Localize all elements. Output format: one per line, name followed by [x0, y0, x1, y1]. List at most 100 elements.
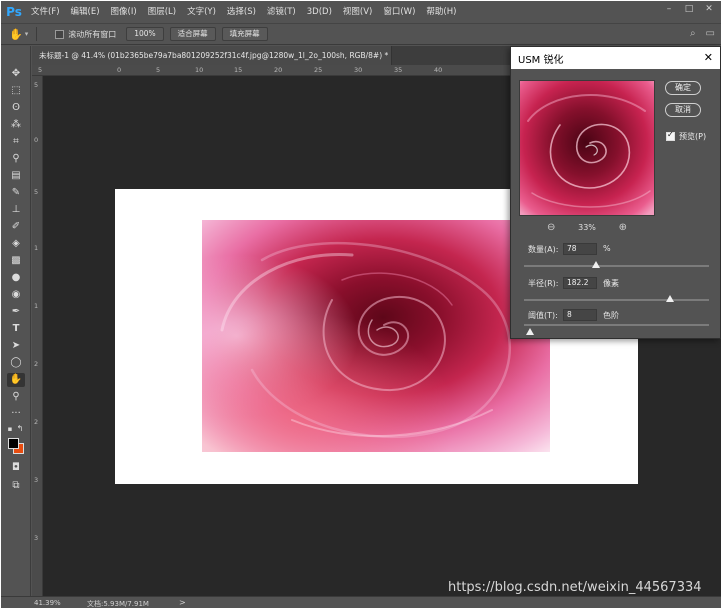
menu-3d[interactable]: 3D(D) — [303, 1, 336, 23]
hand-tool-icon[interactable]: ✋ — [7, 373, 25, 387]
healing-brush-tool-icon[interactable]: ▤ — [7, 169, 25, 183]
scroll-all-windows-checkbox[interactable]: 滚动所有窗口 — [55, 29, 116, 40]
menu-layer[interactable]: 图层(L) — [144, 1, 180, 23]
radius-label: 半径(R): — [528, 279, 559, 288]
clone-stamp-tool-icon[interactable]: ⊥ — [7, 203, 25, 217]
close-icon[interactable]: ✕ — [704, 51, 713, 64]
zoom-out-icon[interactable]: ⊖ — [547, 222, 555, 233]
cancel-button[interactable]: 取消 — [665, 103, 701, 117]
eraser-tool-icon[interactable]: ◈ — [7, 237, 25, 251]
pink-swirl-image[interactable] — [202, 220, 550, 452]
preview-label: 预览(P) — [679, 132, 707, 141]
crop-tool-icon[interactable]: ⌗ — [7, 135, 25, 149]
preview-zoom-level: 33% — [578, 223, 596, 232]
radius-slider-thumb[interactable] — [666, 295, 675, 302]
maximize-button[interactable]: □ — [681, 3, 697, 15]
zoom-tool-icon[interactable]: ⚲ — [7, 390, 25, 404]
menu-image[interactable]: 图像(I) — [107, 1, 141, 23]
menu-edit[interactable]: 编辑(E) — [67, 1, 104, 23]
menu-type[interactable]: 文字(Y) — [183, 1, 220, 23]
document-tab[interactable]: 未标题-1 @ 41.4% (01b2365be79a7ba801209252f… — [32, 46, 402, 65]
radius-unit: 像素 — [603, 279, 619, 288]
window-controls: – □ ✕ — [661, 3, 717, 15]
watermark-url: https://blog.csdn.net/weixin_44567334 — [448, 580, 702, 595]
preview-artwork — [520, 81, 654, 215]
menu-help[interactable]: 帮助(H) — [422, 1, 460, 23]
dodge-tool-icon[interactable]: ◉ — [7, 288, 25, 302]
menu-filter[interactable]: 滤镜(T) — [263, 1, 300, 23]
blur-tool-icon[interactable]: ● — [7, 271, 25, 285]
status-doc-size: 文档:5.93M/7.91M — [87, 600, 149, 608]
swap-colors-icon[interactable]: ↰ — [15, 422, 25, 436]
more-tools-icon[interactable]: ··· — [7, 407, 25, 421]
ruler-label: 0 — [117, 66, 122, 74]
menu-view[interactable]: 视图(V) — [339, 1, 376, 23]
threshold-label: 阈值(T): — [528, 311, 558, 320]
preview-zoom-controls: ⊖ 33% ⊕ — [547, 222, 627, 233]
chevron-down-icon[interactable]: ▾ — [25, 30, 29, 38]
brush-tool-icon[interactable]: ✎ — [7, 186, 25, 200]
threshold-unit: 色阶 — [603, 311, 619, 320]
type-tool-icon[interactable]: T — [7, 322, 25, 336]
history-brush-tool-icon[interactable]: ✐ — [7, 220, 25, 234]
close-window-button[interactable]: ✕ — [701, 3, 717, 15]
amount-input[interactable]: 78 — [563, 243, 597, 255]
amount-slider-thumb[interactable] — [592, 261, 601, 268]
radius-slider-track[interactable] — [524, 299, 709, 301]
ruler-label: 35 — [394, 66, 403, 74]
threshold-slider-thumb[interactable] — [525, 328, 534, 335]
lasso-tool-icon[interactable]: ʘ — [7, 101, 25, 115]
ruler-label: 5 — [156, 66, 161, 74]
status-menu-arrow[interactable]: > — [179, 598, 186, 607]
eyedropper-tool-icon[interactable]: ⚲ — [7, 152, 25, 166]
ruler-label: 5 — [34, 188, 39, 196]
ok-button[interactable]: 确定 — [665, 81, 701, 95]
checkbox-box[interactable] — [666, 130, 675, 141]
unsharp-mask-dialog: USM 锐化 ✕ 确定 取消 ✓ 预览(P) ⊖ 33% ⊕ 数量(A): 78… — [510, 46, 721, 339]
ruler-label: 1 — [34, 302, 39, 310]
menu-select[interactable]: 选择(S) — [223, 1, 260, 23]
screen-mode-icon[interactable]: ⧉ — [7, 479, 25, 493]
gradient-tool-icon[interactable]: ▩ — [7, 254, 25, 268]
workspace-icon[interactable]: ▭ — [706, 28, 715, 39]
menu-window[interactable]: 窗口(W) — [379, 1, 419, 23]
magic-wand-tool-icon[interactable]: ⁂ — [7, 118, 25, 132]
checkbox-box[interactable] — [55, 29, 65, 39]
preview-checkbox[interactable]: 预览(P) — [666, 130, 707, 142]
pen-tool-icon[interactable]: ✒ — [7, 305, 25, 319]
options-separator — [36, 27, 38, 41]
ruler-label: 15 — [234, 66, 243, 74]
ellipse-tool-icon[interactable]: ◯ — [7, 356, 25, 370]
threshold-slider-track[interactable] — [524, 324, 709, 326]
minimize-button[interactable]: – — [661, 3, 677, 15]
threshold-input[interactable]: 8 — [563, 309, 597, 321]
tools-panel: ✥ ⬚ ʘ ⁂ ⌗ ⚲ ▤ ✎ ⊥ ✐ ◈ ▩ ● ◉ ✒ T ➤ ◯ ✋ ⚲ … — [1, 46, 31, 596]
hand-tool-preset-icon[interactable]: ✋ — [9, 28, 23, 41]
ruler-label: 2 — [34, 418, 39, 426]
filter-preview-thumbnail[interactable] — [519, 80, 655, 216]
photoshop-window: Ps 文件(F) 编辑(E) 图像(I) 图层(L) 文字(Y) 选择(S) 滤… — [1, 1, 721, 608]
dialog-titlebar[interactable]: USM 锐化 ✕ — [511, 47, 720, 69]
move-tool-icon[interactable]: ✥ — [7, 67, 25, 81]
ruler-label: 2 — [34, 360, 39, 368]
menu-file[interactable]: 文件(F) — [27, 1, 64, 23]
radius-input[interactable]: 182.2 — [563, 277, 597, 289]
marquee-tool-icon[interactable]: ⬚ — [7, 84, 25, 98]
path-selection-tool-icon[interactable]: ➤ — [7, 339, 25, 353]
search-icon[interactable]: ⌕ — [690, 28, 696, 39]
quick-mask-icon[interactable]: ◘ — [7, 461, 25, 475]
zoom-in-icon[interactable]: ⊕ — [619, 222, 627, 233]
fit-screen-button[interactable]: 适合屏幕 — [169, 27, 216, 41]
fill-screen-button[interactable]: 填充屏幕 — [221, 27, 268, 41]
foreground-color-swatch[interactable] — [8, 438, 19, 449]
amount-unit: % — [603, 244, 611, 253]
vertical-ruler[interactable]: 5 0 5 1 1 2 2 3 3 — [32, 76, 43, 596]
ps-logo: Ps — [6, 5, 22, 19]
amount-slider-track[interactable] — [524, 265, 709, 267]
ruler-label: 20 — [274, 66, 283, 74]
dialog-title: USM 锐化 — [518, 54, 564, 66]
default-colors-icon[interactable]: ▪ — [5, 422, 15, 436]
status-zoom[interactable]: 41.39% — [34, 599, 61, 607]
zoom-100-button[interactable]: 100% — [126, 27, 164, 41]
swirl-artwork — [202, 220, 550, 452]
